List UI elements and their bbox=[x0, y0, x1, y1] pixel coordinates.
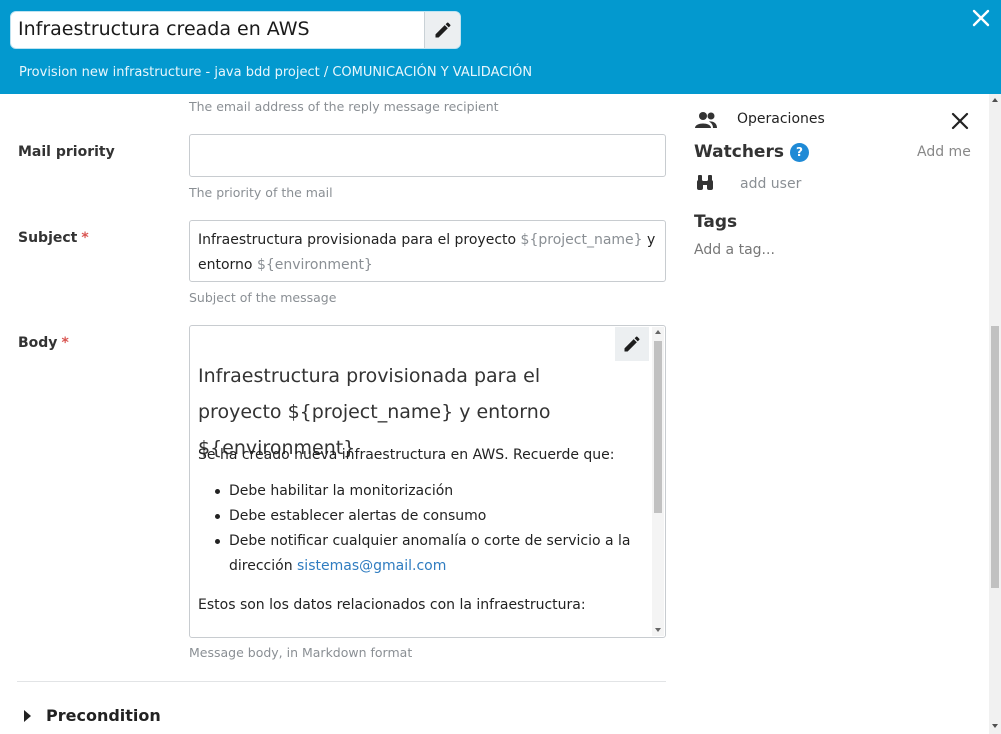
subject-value: Infraestructura provisionada para el pro… bbox=[198, 232, 656, 273]
mail-priority-label: Mail priority bbox=[18, 144, 115, 160]
breadcrumb[interactable]: Provision new infrastructure - java bdd … bbox=[19, 65, 532, 80]
add-user-link[interactable]: add user bbox=[740, 176, 801, 192]
email-link[interactable]: sistemas@gmail.com bbox=[297, 558, 446, 574]
group-icon bbox=[695, 112, 717, 128]
list-item: Debe establecer alertas de consumo bbox=[198, 504, 638, 529]
list-item: Debe notificar cualquier anomalía o cort… bbox=[198, 529, 638, 579]
precondition-toggle[interactable]: Precondition bbox=[24, 706, 161, 725]
body-footer-text: Estos son los datos relacionados con la … bbox=[198, 597, 586, 613]
required-mark: * bbox=[81, 230, 89, 246]
body-scroll-thumb[interactable] bbox=[654, 341, 662, 513]
scroll-up-arrow-icon[interactable] bbox=[992, 98, 998, 102]
add-tag-input[interactable]: Add a tag... bbox=[694, 242, 775, 258]
pencil-icon bbox=[624, 336, 640, 352]
scroll-up-arrow-icon[interactable] bbox=[655, 330, 661, 334]
add-me-link[interactable]: Add me bbox=[917, 144, 971, 160]
divider bbox=[17, 681, 666, 682]
list-item: Debe habilitar la monitorización bbox=[198, 479, 638, 504]
body-editor[interactable]: Infraestructura provisionada para el pro… bbox=[189, 325, 666, 638]
edit-body-button[interactable] bbox=[615, 327, 649, 361]
tags-title: Tags bbox=[694, 212, 738, 232]
title-field[interactable]: Infraestructura creada en AWS bbox=[10, 11, 461, 49]
body-label: Body * bbox=[18, 335, 69, 351]
subject-input[interactable]: Infraestructura provisionada para el pro… bbox=[189, 220, 666, 282]
dialog-header: Infraestructura creada en AWS Provision … bbox=[0, 0, 1001, 94]
close-icon[interactable] bbox=[950, 111, 970, 131]
edit-title-button[interactable] bbox=[424, 12, 460, 48]
scroll-down-arrow-icon[interactable] bbox=[655, 628, 661, 632]
form-pane: The email address of the reply message r… bbox=[0, 94, 680, 734]
precondition-label: Precondition bbox=[46, 706, 161, 725]
page-scroll-thumb[interactable] bbox=[991, 326, 999, 588]
mail-priority-input[interactable] bbox=[189, 134, 666, 177]
watchers-title: Watchers? bbox=[694, 142, 809, 162]
pencil-icon bbox=[435, 22, 451, 38]
body-bullet-list: Debe habilitar la monitorización Debe es… bbox=[198, 479, 638, 579]
close-dialog-button[interactable] bbox=[970, 7, 992, 29]
help-icon[interactable]: ? bbox=[789, 142, 809, 162]
caret-right-icon bbox=[24, 709, 31, 722]
reply-to-hint: The email address of the reply message r… bbox=[189, 99, 499, 114]
team-name: Operaciones bbox=[737, 111, 825, 127]
page-scrollbar[interactable] bbox=[989, 94, 1001, 734]
binoculars-icon bbox=[697, 175, 713, 190]
body-intro: Se ha creado nueva infraestructura en AW… bbox=[198, 447, 615, 463]
close-icon bbox=[972, 9, 990, 27]
subject-label: Subject * bbox=[18, 230, 89, 246]
subject-hint: Subject of the message bbox=[189, 290, 337, 305]
title-text[interactable]: Infraestructura creada en AWS bbox=[18, 17, 310, 41]
body-scrollbar[interactable] bbox=[652, 327, 664, 636]
sidebar: Operaciones Watchers? Add me add user Ta… bbox=[680, 94, 990, 734]
mail-priority-hint: The priority of the mail bbox=[189, 185, 333, 200]
required-mark: * bbox=[61, 335, 69, 351]
scroll-down-arrow-icon[interactable] bbox=[992, 724, 998, 728]
body-hint: Message body, in Markdown format bbox=[189, 645, 413, 660]
